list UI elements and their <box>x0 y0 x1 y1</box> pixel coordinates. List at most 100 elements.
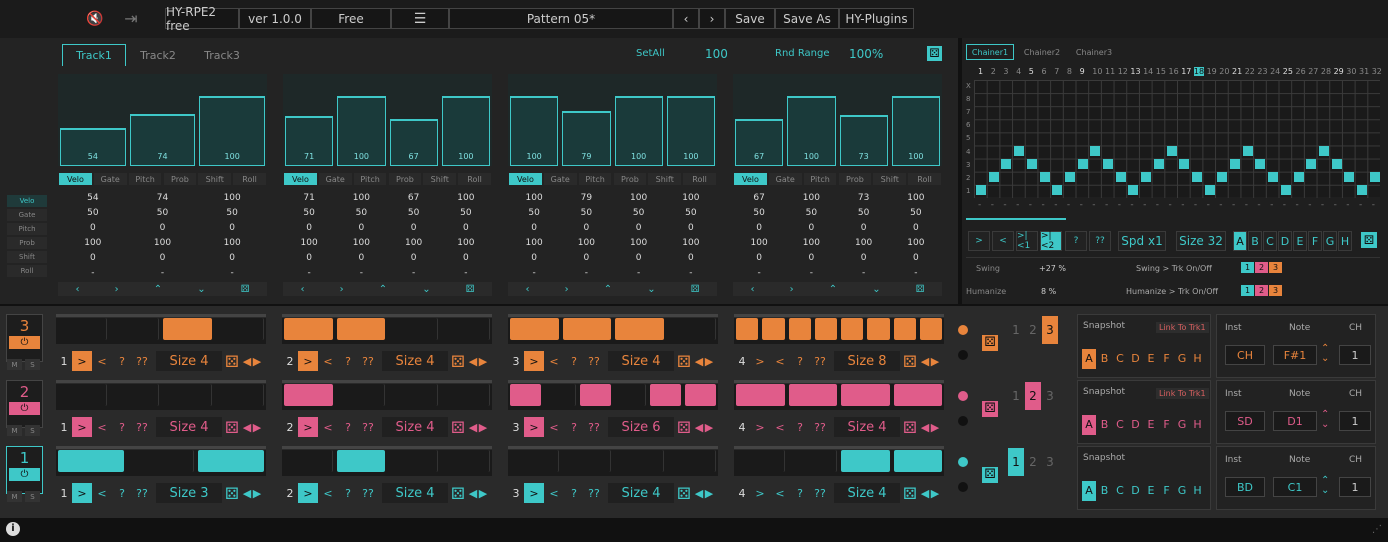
exit-icon[interactable]: ⇥ <box>116 8 146 29</box>
chainer-cell[interactable] <box>1255 158 1266 169</box>
chainer-slot-A[interactable]: A <box>1233 231 1247 251</box>
setall-label[interactable]: SetAll <box>636 48 665 59</box>
triangle-left-icon[interactable]: ◀ <box>920 483 930 503</box>
param-tab-shift[interactable]: Shift <box>648 173 682 185</box>
rnd-range-label[interactable]: Rnd Range <box>775 48 830 59</box>
chainer-cell[interactable] <box>1357 185 1367 195</box>
param-value[interactable]: 100 <box>838 236 890 250</box>
triangle-right-icon[interactable]: ▶ <box>704 483 714 503</box>
trk-toggle-3[interactable]: 3 <box>1269 262 1282 273</box>
lane-size[interactable]: Size 4 <box>608 483 674 503</box>
param-value[interactable]: - <box>388 266 440 280</box>
snapshot-slot-G[interactable]: G <box>1175 349 1189 369</box>
velocity-bar[interactable]: 100 <box>666 96 715 166</box>
chainer-cell[interactable] <box>1217 171 1228 182</box>
chainer-btn-3[interactable]: >|<2 <box>1040 231 1062 251</box>
step-lane[interactable] <box>282 384 492 410</box>
chainer-cell[interactable] <box>988 171 999 182</box>
lane-btn-1[interactable]: < <box>318 417 338 437</box>
snapshot-slot-G[interactable]: G <box>1175 481 1189 501</box>
param-value[interactable]: - <box>613 266 665 280</box>
param-tab-roll[interactable]: Roll <box>683 173 716 185</box>
param-tab-roll[interactable]: Roll <box>458 173 491 185</box>
rnd-range-value[interactable]: 100% <box>849 47 883 61</box>
up-icon[interactable]: ⌃ <box>154 284 162 295</box>
triangle-right-icon[interactable]: ▶ <box>478 351 488 371</box>
lane-btn-3[interactable]: ?? <box>584 351 604 371</box>
param-value[interactable]: 0 <box>838 251 890 265</box>
snapshot-slot-E[interactable]: E <box>1144 481 1158 501</box>
link-track-3[interactable]: 3 <box>1042 316 1058 344</box>
chainer-btn-0[interactable]: > <box>968 231 990 251</box>
speed-button[interactable]: Spd x1 <box>1118 231 1166 251</box>
chainer-cell[interactable] <box>1306 158 1317 169</box>
lane-btn-2[interactable]: ? <box>338 351 358 371</box>
chainer-slot-G[interactable]: G <box>1323 231 1337 251</box>
param-tab-gate[interactable]: Gate <box>768 173 802 185</box>
param-value[interactable]: 100 <box>785 191 837 205</box>
param-value[interactable]: - <box>665 266 717 280</box>
param-value[interactable]: 0 <box>733 251 785 265</box>
param-value[interactable]: 67 <box>733 191 785 205</box>
lane-btn-0[interactable]: > <box>72 351 92 371</box>
param-value[interactable]: 0 <box>733 221 785 235</box>
step-lane[interactable] <box>734 450 944 476</box>
step-cell[interactable] <box>736 384 785 406</box>
param-value[interactable]: 0 <box>785 251 837 265</box>
lane-btn-3[interactable]: ?? <box>358 483 378 503</box>
step-cell[interactable] <box>336 318 385 340</box>
param-value[interactable]: 0 <box>128 221 198 235</box>
step-cell[interactable] <box>389 450 438 472</box>
step-cell[interactable] <box>562 450 611 472</box>
lane-btn-3[interactable]: ?? <box>810 417 830 437</box>
lane-btn-0[interactable]: > <box>72 417 92 437</box>
channel-field[interactable]: 1 <box>1339 411 1371 431</box>
track-box-3[interactable]: 3 ⏻ <box>6 314 43 362</box>
dice-icon[interactable]: ⚄ <box>982 467 998 483</box>
chainer-cell[interactable] <box>1204 185 1215 195</box>
snapshot-slot-D[interactable]: D <box>1129 481 1143 501</box>
swing-value[interactable]: +27 % <box>1039 264 1066 273</box>
track-box-2[interactable]: 2 ⏻ <box>6 380 43 428</box>
param-value[interactable]: 100 <box>335 191 387 205</box>
velocity-bar[interactable]: 74 <box>129 114 196 166</box>
param-value[interactable]: 50 <box>58 206 128 220</box>
snapshot-slot-B[interactable]: B <box>1098 415 1112 435</box>
param-value[interactable]: 50 <box>733 206 785 220</box>
param-tab-shift[interactable]: Shift <box>423 173 457 185</box>
param-tab-shift[interactable]: Shift <box>198 173 232 185</box>
down-icon[interactable]: ⌄ <box>197 284 205 295</box>
param-value[interactable]: 50 <box>388 206 440 220</box>
chainer-slot-C[interactable]: C <box>1263 231 1277 251</box>
triangle-right-icon[interactable]: ▶ <box>704 351 714 371</box>
pattern-name[interactable]: Pattern 05* <box>449 8 673 29</box>
snapshot-slot-F[interactable]: F <box>1160 349 1174 369</box>
next-icon[interactable]: › <box>115 284 119 295</box>
link-track-3[interactable]: 3 <box>1042 382 1058 410</box>
param-value[interactable]: 100 <box>197 236 267 250</box>
param-value[interactable]: 0 <box>388 251 440 265</box>
param-value[interactable]: 0 <box>613 251 665 265</box>
param-value[interactable]: 100 <box>58 236 128 250</box>
step-cell[interactable] <box>284 384 333 406</box>
dice-icon[interactable]: ⚄ <box>691 284 700 295</box>
param-tab-velo[interactable]: Velo <box>734 173 767 185</box>
inactive-dot[interactable] <box>958 416 968 426</box>
lane-btn-0[interactable]: > <box>524 351 544 371</box>
setall-value[interactable]: 100 <box>705 47 728 61</box>
chainer-cell[interactable] <box>1103 158 1113 169</box>
param-tab-gate[interactable]: Gate <box>318 173 352 185</box>
step-cell[interactable] <box>110 384 159 406</box>
snapshot-slot-F[interactable]: F <box>1160 481 1174 501</box>
param-tab-pitch[interactable]: Pitch <box>578 173 612 185</box>
lane-btn-2[interactable]: ? <box>564 351 584 371</box>
next-icon[interactable]: › <box>565 284 569 295</box>
mute-button[interactable]: M <box>7 491 22 502</box>
dice-icon[interactable]: ⚄ <box>916 284 925 295</box>
step-lane[interactable] <box>282 318 492 344</box>
param-value[interactable]: - <box>440 266 492 280</box>
param-value[interactable]: 0 <box>838 221 890 235</box>
param-value[interactable]: 0 <box>785 221 837 235</box>
param-value[interactable]: 79 <box>560 191 612 205</box>
param-value[interactable]: - <box>733 266 785 280</box>
